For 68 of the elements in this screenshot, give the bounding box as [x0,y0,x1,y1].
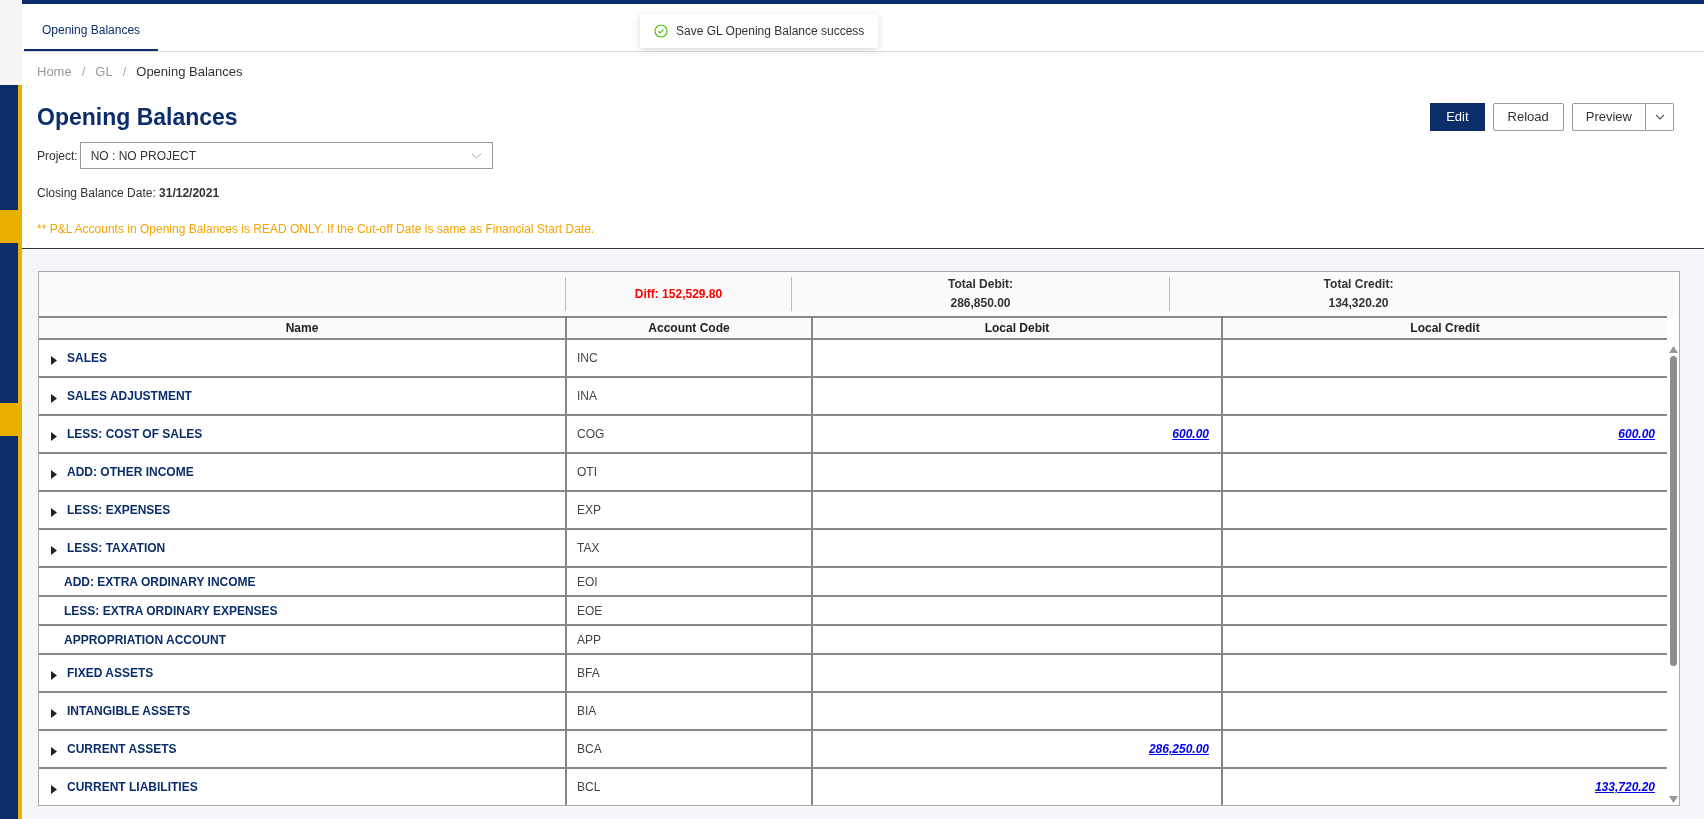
account-name: LESS: TAXATION [67,540,166,557]
expand-caret-icon[interactable] [51,670,57,680]
column-header: Name [284,320,320,337]
total-debit-value: 286,850.00 [950,295,1011,312]
expand-caret-icon[interactable] [51,545,57,555]
preview-button[interactable]: Preview [1571,102,1646,131]
account-code: TAX [577,540,600,557]
column-header: Local Debit [811,318,1221,338]
scroll-up-icon[interactable] [1668,346,1678,353]
account-name: INTANGIBLE ASSETS [67,703,191,720]
account-code: COG [577,426,605,443]
expand-caret-icon[interactable] [51,355,57,365]
account-name: ADD: OTHER INCOME [67,464,194,481]
expand-caret-icon[interactable] [51,431,57,441]
dropdown-button[interactable] [1646,102,1674,131]
scroll-down-icon[interactable] [1668,796,1678,803]
expand-caret-icon[interactable] [51,784,57,794]
amount-link[interactable]: 133,720.20 [1594,778,1655,796]
column-header: Account Code [565,318,811,338]
reload-button[interactable]: Reload [1492,102,1564,131]
project-select[interactable]: NO : NO PROJECT [79,142,493,169]
total-credit-value: 134,320.20 [1328,295,1389,312]
account-code: EOI [577,573,598,591]
account-name: FIXED ASSETS [67,665,154,682]
account-name: SALES [67,350,107,367]
account-name: CURRENT LIABILITIES [67,779,198,796]
amount-link[interactable]: 600.00 [1172,425,1209,443]
expand-caret-icon[interactable] [51,507,57,517]
account-name: LESS: EXPENSES [67,502,171,519]
account-name: LESS: COST OF SALES [67,426,203,443]
account-code: EOE [577,602,603,620]
check-circle-icon [654,24,668,38]
account-code: BCA [577,741,602,758]
account-code: APP [577,631,601,649]
chevron-down-icon [1654,113,1665,120]
account-code: INA [577,388,597,405]
account-code: BCL [577,779,601,796]
column-header: Local Credit [1221,318,1667,338]
expand-caret-icon[interactable] [51,469,57,479]
page-title: Opening Balances [37,102,238,132]
expand-caret-icon[interactable] [51,746,57,756]
account-code: BFA [577,665,600,682]
account-code: INC [577,350,598,367]
account-code: EXP [577,502,601,519]
total-debit-label: Total Debit: [947,276,1014,293]
read-only-notice: ** P&L Accounts in Opening Balances is READ ONLY. If the Cut-off Date is same as Financial Start Date. [37,221,596,238]
account-name: LESS: EXTRA ORDINARY EXPENSES [64,602,278,620]
account-name: SALES ADJUSTMENT [67,388,192,405]
account-code: BIA [577,703,597,720]
breadcrumb-current: Opening Balances [136,63,243,81]
expand-caret-icon[interactable] [51,708,57,718]
breadcrumb-separator: / [81,63,86,81]
diff-value: Diff: 152,529.80 [634,286,723,303]
account-name: CURRENT ASSETS [67,741,177,758]
closing-balance-date: Closing Balance Date: 31/12/2021 [37,185,221,202]
tab[interactable]: Opening Balances [24,11,159,51]
toast-message: Save GL Opening Balance success [676,23,865,40]
edit-button[interactable]: Edit [1430,102,1485,131]
chevron-down-icon [470,152,482,159]
amount-link[interactable]: 600.00 [1618,425,1655,443]
project-label: Project: [37,147,78,165]
account-code: OTI [577,464,597,481]
breadcrumb-separator: / [122,63,127,81]
account-name: APPROPRIATION ACCOUNT [64,631,226,649]
account-name: ADD: EXTRA ORDINARY INCOME [64,573,256,591]
amount-link[interactable]: 286,250.00 [1148,740,1209,758]
total-credit-label: Total Credit: [1323,276,1394,293]
expand-caret-icon[interactable] [51,393,57,403]
